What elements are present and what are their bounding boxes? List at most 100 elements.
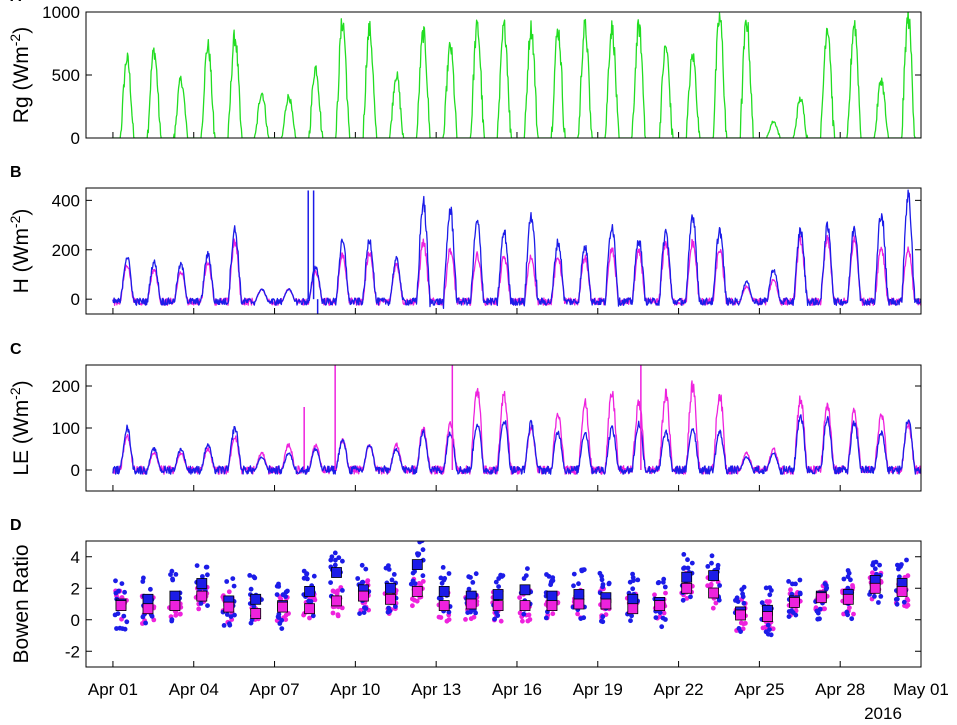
y-axis-label: LE (Wm-2) bbox=[7, 380, 33, 475]
blue-point bbox=[635, 577, 641, 583]
blue-point bbox=[523, 573, 529, 578]
blue-point bbox=[769, 588, 774, 593]
blue-point bbox=[363, 566, 369, 572]
blue-point bbox=[194, 563, 200, 568]
series-magenta-line bbox=[112, 234, 921, 306]
year-label: 2016 bbox=[864, 704, 902, 723]
plot-area bbox=[112, 541, 911, 638]
magenta-point bbox=[463, 617, 468, 622]
x-tick-label: Apr 01 bbox=[88, 680, 138, 699]
blue-point bbox=[340, 588, 345, 593]
blue-point bbox=[543, 615, 549, 621]
blue-point bbox=[525, 566, 530, 571]
magenta-point bbox=[652, 592, 657, 598]
blue-point bbox=[521, 611, 527, 617]
blue-point bbox=[823, 583, 829, 588]
magenta-mean-marker bbox=[681, 582, 693, 594]
blue-point bbox=[681, 552, 687, 557]
y-axis-label: Bowen Ratio bbox=[10, 544, 33, 663]
blue-point bbox=[901, 599, 907, 605]
y-tick-label: 400 bbox=[52, 191, 80, 210]
magenta-mean-marker bbox=[573, 598, 585, 610]
magenta-point bbox=[410, 596, 415, 602]
blue-point bbox=[121, 613, 127, 619]
blue-point bbox=[848, 577, 853, 583]
magenta-point bbox=[517, 595, 522, 600]
blue-point bbox=[579, 567, 584, 573]
blue-point bbox=[849, 616, 855, 622]
blue-mean-marker bbox=[492, 589, 504, 600]
magenta-point bbox=[526, 612, 532, 618]
blue-point bbox=[393, 604, 398, 609]
magenta-point bbox=[738, 620, 744, 626]
x-tick-label: Apr 28 bbox=[815, 680, 865, 699]
series-blue-line bbox=[112, 189, 921, 309]
magenta-mean-marker bbox=[196, 590, 208, 602]
blue-mean-marker bbox=[250, 593, 262, 605]
blue-point bbox=[606, 581, 612, 587]
magenta-point bbox=[436, 614, 442, 620]
blue-point bbox=[876, 600, 881, 605]
magenta-mean-marker bbox=[304, 603, 316, 615]
blue-point bbox=[741, 584, 747, 590]
blue-point bbox=[767, 627, 772, 632]
blue-point bbox=[599, 577, 605, 583]
blue-point bbox=[660, 615, 666, 621]
blue-point bbox=[205, 603, 210, 608]
blue-point bbox=[628, 618, 633, 624]
blue-point bbox=[763, 585, 769, 591]
magenta-point bbox=[420, 579, 426, 584]
blue-point bbox=[797, 577, 803, 583]
magenta-mean-marker bbox=[357, 590, 369, 602]
blue-point bbox=[571, 583, 576, 589]
blue-point bbox=[898, 564, 903, 569]
blue-point bbox=[336, 555, 342, 561]
magenta-point bbox=[444, 618, 450, 624]
blue-point bbox=[274, 592, 280, 597]
time-series-figure: ARg (Wm-2)05001000BH (Wm-2)0200400CLE (W… bbox=[7, 0, 949, 723]
blue-point bbox=[894, 596, 900, 602]
blue-mean-marker bbox=[411, 559, 423, 570]
blue-point bbox=[280, 592, 286, 598]
magenta-point bbox=[177, 611, 183, 617]
panel-letter: A bbox=[10, 0, 22, 5]
y-tick-label: 200 bbox=[52, 241, 80, 260]
blue-point bbox=[247, 573, 253, 578]
blue-point bbox=[904, 557, 909, 563]
blue-point bbox=[767, 592, 773, 598]
blue-point bbox=[119, 581, 125, 586]
blue-point bbox=[877, 562, 882, 568]
magenta-mean-marker bbox=[411, 586, 423, 597]
blue-point bbox=[797, 590, 803, 596]
blue-point bbox=[705, 564, 711, 569]
blue-point bbox=[277, 621, 283, 626]
panel-D: D Bowen Ratio -2 0 2 4 Apr 01 Apr 04 Apr 07 Apr 1… bbox=[10, 517, 949, 723]
x-tick-label: Apr 22 bbox=[654, 680, 704, 699]
magenta-point bbox=[663, 590, 668, 596]
magenta-mean-marker bbox=[331, 595, 342, 607]
magenta-mean-marker bbox=[250, 608, 262, 619]
blue-point bbox=[328, 580, 333, 585]
magenta-mean-marker bbox=[277, 601, 289, 613]
panel-letter: C bbox=[10, 341, 22, 358]
blue-point bbox=[681, 566, 686, 571]
magenta-point bbox=[550, 611, 556, 617]
blue-point bbox=[685, 557, 690, 563]
blue-point bbox=[279, 626, 285, 631]
blue-point bbox=[793, 581, 798, 587]
blue-point bbox=[310, 613, 316, 619]
blue-mean-marker bbox=[142, 593, 154, 605]
blue-mean-marker bbox=[681, 571, 693, 583]
blue-point bbox=[355, 576, 361, 581]
magenta-mean-marker bbox=[654, 600, 666, 611]
magenta-point bbox=[851, 611, 856, 617]
blue-point bbox=[204, 564, 210, 570]
blue-point bbox=[689, 560, 695, 566]
blue-point bbox=[276, 611, 282, 617]
blue-point bbox=[363, 606, 369, 611]
blue-point bbox=[439, 580, 445, 586]
panel-B: B H (Wm-2) 0 200 400 bbox=[7, 164, 922, 315]
x-tick-label: Apr 25 bbox=[734, 680, 784, 699]
blue-point bbox=[733, 598, 738, 603]
blue-point bbox=[872, 566, 878, 572]
